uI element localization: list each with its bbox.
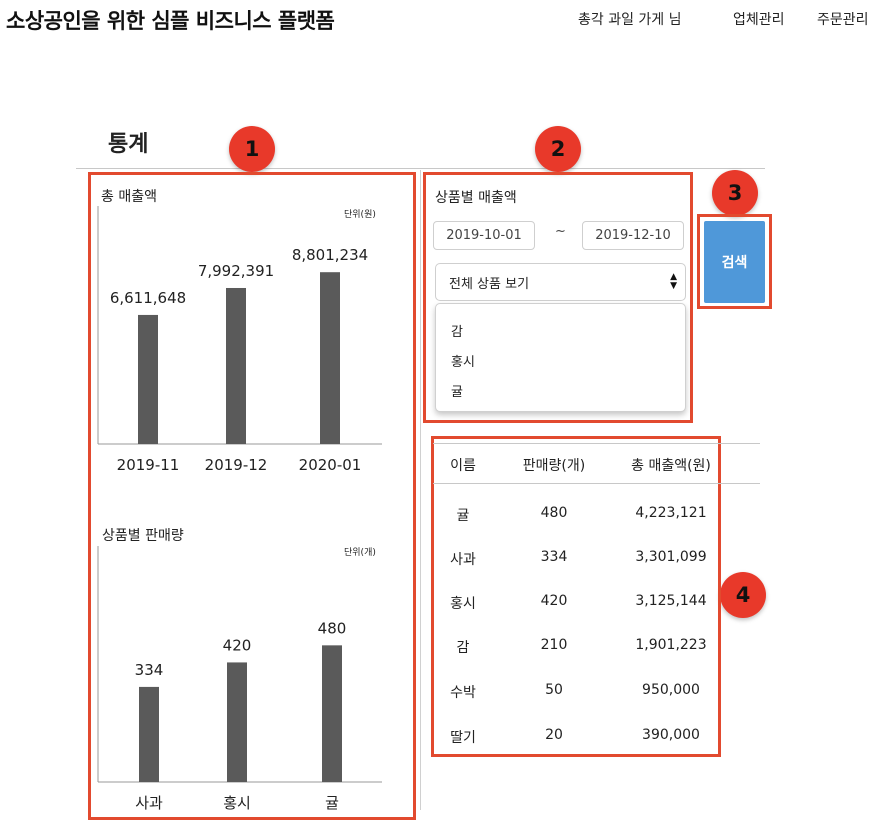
table-cell-total: 1,901,223: [635, 637, 707, 653]
category-label-0: 2019-11: [117, 456, 180, 474]
table-cell-name: 사과: [450, 552, 476, 568]
annotation-badge-4: 4: [720, 572, 766, 618]
bar-value-label-2: 8,801,234: [292, 246, 368, 264]
table-cell-qty: 420: [540, 593, 568, 609]
bar-2: [320, 272, 340, 444]
table-cell-total: 3,301,099: [635, 549, 707, 565]
category-label-2: 2020-01: [299, 456, 362, 474]
bar-value-label-2: 480: [318, 619, 347, 637]
product-select[interactable]: 전체 상품 보기 ▲ ▼: [435, 263, 686, 301]
title-divider: [76, 168, 765, 169]
table-cell-total: 390,000: [642, 727, 700, 743]
table-cell-name: 수박: [450, 685, 476, 701]
table-cell-qty: 20: [545, 727, 563, 743]
bar-value-label-1: 7,992,391: [198, 262, 274, 280]
table-cell-total: 4,223,121: [635, 505, 707, 521]
table-cell-qty: 50: [545, 682, 563, 698]
table-cell-qty: 480: [540, 505, 568, 521]
search-button[interactable]: 검색: [704, 221, 765, 303]
table-header-qty: 판매량(개): [522, 458, 586, 474]
table-cell-qty: 210: [540, 637, 568, 653]
category-label-0: 사과: [135, 794, 163, 812]
category-label-1: 2019-12: [205, 456, 268, 474]
bar-1: [227, 662, 247, 782]
nav-order-management[interactable]: 주문관리: [817, 9, 869, 29]
column-divider: [420, 170, 421, 810]
date-range-separator: ~: [555, 224, 566, 239]
table-header-name: 이름: [450, 458, 476, 474]
app-title: 소상공인을 위한 심플 비즈니스 플랫폼: [6, 9, 335, 33]
bar-1: [226, 287, 246, 444]
table-cell-name: 감: [456, 640, 470, 656]
bar-value-label-0: 334: [135, 661, 164, 679]
dropdown-option-1[interactable]: 홍시: [451, 351, 475, 370]
product-dropdown: 감 홍시 귤: [435, 303, 686, 412]
annotation-badge-2: 2: [535, 126, 581, 172]
user-greeting[interactable]: 총각 과일 가게 님: [578, 9, 682, 29]
dropdown-option-0[interactable]: 감: [451, 321, 463, 340]
dropdown-option-2[interactable]: 귤: [451, 381, 463, 400]
bar-0: [139, 686, 159, 782]
table-cell-name: 귤: [456, 508, 470, 524]
total-sales-chart: 6,611,648 2019-11 7,992,391 2019-12 8,801,23…: [97, 206, 382, 474]
qty-chart: 334 사과 420 홍시 480 귤: [97, 546, 382, 812]
page-title: 통계: [108, 132, 149, 157]
end-date-input[interactable]: 2019-12-10: [582, 221, 684, 250]
table-cell-name: 홍시: [450, 596, 476, 612]
bar-0: [138, 314, 158, 444]
product-sales-title: 상품별 매출액: [435, 190, 517, 206]
annotation-badge-3: 3: [712, 170, 758, 216]
table-header-total: 총 매출액(원): [631, 458, 711, 474]
bar-value-label-1: 420: [223, 636, 252, 654]
bar-value-label-0: 6,611,648: [110, 289, 186, 307]
table-cell-total: 950,000: [642, 682, 700, 698]
sales-table: 이름 판매량(개) 총 매출액(원) 귤 480 4,223,121 사과 334 3,3…: [433, 444, 723, 754]
category-label-2: 귤: [325, 794, 339, 812]
annotation-badge-1: 1: [229, 126, 275, 172]
table-cell-name: 딸기: [450, 730, 476, 746]
table-cell-qty: 334: [540, 549, 568, 565]
table-cell-total: 3,125,144: [635, 593, 707, 609]
nav-company-management[interactable]: 업체관리: [733, 9, 785, 29]
category-label-1: 홍시: [223, 794, 251, 812]
product-select-value: 전체 상품 보기: [449, 276, 530, 292]
start-date-input[interactable]: 2019-10-01: [433, 221, 535, 250]
bar-2: [322, 645, 342, 782]
select-arrows-icon: ▲ ▼: [670, 272, 677, 291]
